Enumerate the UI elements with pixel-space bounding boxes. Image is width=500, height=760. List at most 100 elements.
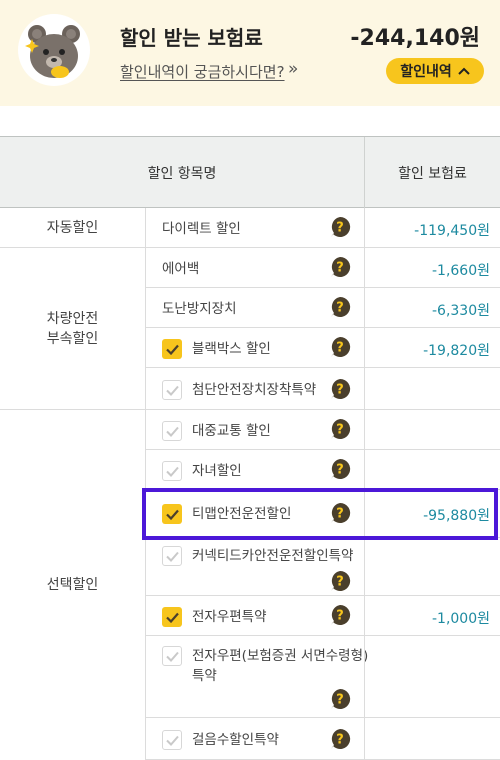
discount-item-label: 에어백 [162,261,200,277]
discount-item-label: 첨단안전장치장착특약 [192,382,317,398]
discount-amount-cell [364,538,500,595]
svg-text:?: ? [336,733,344,748]
discount-amount-cell: -1,660원 [364,248,500,287]
discount-item-label-group: 티맵안전운전할인 [192,504,291,524]
checkbox[interactable] [162,339,182,359]
discount-item-label: 대중교통 할인 [192,423,271,439]
discount-amount-cell [364,636,500,717]
table-row: 자녀할인? [146,450,500,490]
category-auto: 자동할인 [0,208,146,248]
help-icon[interactable]: ? [329,378,351,400]
discount-item-name: 전자우편(보험증권 서면수령형) 특약 [162,646,368,686]
discount-table: 할인 항목명 할인 보험료 자동할인 차량안전 부속할인 선택할인 다이렉트 할… [0,136,500,760]
table-row: 전자우편특약? -1,000원 [146,596,500,636]
table-row: 커넥티드카안전운전할인특약? [146,538,500,596]
category-vehicle-safety: 차량안전 부속할인 [0,248,146,410]
discount-item-label: 커넥티드카안전운전할인특약 [192,548,354,564]
svg-text:?: ? [336,341,344,356]
discount-item-name: 에어백 [162,259,199,279]
category-optional: 선택할인 [0,410,146,760]
discount-item-label-group: 커넥티드카안전운전할인특약 [192,546,353,566]
discount-item-label-group: 다이렉트 할인 [162,219,241,239]
discount-amount-cell [364,718,500,759]
discount-item-name: 다이렉트 할인 [162,219,241,239]
discount-item-label-group: 에어백 [162,259,199,279]
discount-amount-cell [364,368,500,409]
discount-detail-button-label: 할인내역 [400,64,452,80]
summary-header: 할인 받는 보험료 할인내역이 궁금하시다면? » -244,140원 할인내역 [0,0,500,106]
help-icon[interactable]: ? [329,418,351,440]
double-chevron-right-icon[interactable]: » [288,59,298,79]
header-title: 할인 받는 보험료 [120,26,263,50]
svg-text:?: ? [336,507,344,522]
discount-amount-cell: -19,820원 [364,328,500,367]
help-icon[interactable]: ? [329,688,351,710]
svg-text:?: ? [336,383,344,398]
svg-text:?: ? [336,609,344,624]
discount-item-label: 자녀할인 [192,463,242,479]
help-icon[interactable]: ? [329,604,351,626]
discount-item-label: 블랙박스 할인 [192,341,271,357]
discount-item-name: 커넥티드카안전운전할인특약 [162,546,353,566]
discount-item-label-group: 자녀할인 [192,461,242,481]
table-row: 걸음수할인특약? [146,718,500,760]
svg-text:?: ? [336,693,344,708]
discount-item-label: 다이렉트 할인 [162,221,241,237]
help-icon[interactable]: ? [329,216,351,238]
discount-amount-cell: -119,450원 [364,208,500,247]
discount-amount-cell: -95,880원 [364,490,500,537]
table-row: 도난방지장치? -6,330원 [146,288,500,328]
checkbox[interactable] [162,546,182,566]
help-icon[interactable]: ? [329,336,351,358]
table-row: 첨단안전장치장착특약? [146,368,500,410]
column-header-discount-amount: 할인 보험료 [364,137,500,209]
discount-amount: -1,660원 [431,263,490,279]
svg-text:?: ? [336,463,344,478]
discount-item-label-group: 첨단안전장치장착특약 [192,380,316,400]
help-icon[interactable]: ? [329,502,351,524]
checkbox[interactable] [162,607,182,627]
discount-item-label-group: 블랙박스 할인 [192,339,271,359]
checkbox[interactable] [162,646,182,666]
total-discount-amount: -244,140원 [350,26,480,51]
bear-avatar-icon [18,14,90,86]
discount-item-name: 티맵안전운전할인 [162,504,291,524]
discount-item-label-group: 걸음수할인특약 [192,730,279,750]
checkbox[interactable] [162,461,182,481]
checkbox[interactable] [162,421,182,441]
discount-item-name: 블랙박스 할인 [162,339,271,359]
table-row: 에어백? -1,660원 [146,248,500,288]
svg-text:?: ? [336,301,344,316]
discount-item-label-group: 전자우편(보험증권 서면수령형) 특약 [192,646,368,686]
checkbox[interactable] [162,380,182,400]
chevron-up-icon [458,67,470,75]
discount-item-name: 첨단안전장치장착특약 [162,380,316,400]
discount-item-label-group: 대중교통 할인 [192,421,271,441]
discount-item-label-line2: 특약 [192,668,217,684]
discount-amount-cell: -1,000원 [364,596,500,635]
table-row: 다이렉트 할인? -119,450원 [146,208,500,248]
discount-amount: -19,820원 [423,343,490,359]
discount-amount: -6,330원 [431,303,490,319]
discount-detail-link[interactable]: 할인내역이 궁금하시다면? [120,61,285,82]
svg-text:?: ? [336,221,344,236]
discount-item-name: 도난방지장치 [162,299,237,319]
discount-amount: -119,450원 [414,223,490,239]
help-icon[interactable]: ? [329,570,351,592]
help-icon[interactable]: ? [329,458,351,480]
svg-text:?: ? [336,575,344,590]
table-header: 할인 항목명 할인 보험료 [0,136,500,209]
discount-item-label-group: 도난방지장치 [162,299,237,319]
discount-detail-toggle-button[interactable]: 할인내역 [386,58,484,84]
table-row: 티맵안전운전할인? -95,880원 [146,490,500,538]
discount-item-name: 자녀할인 [162,461,242,481]
column-header-item-name: 할인 항목명 [147,166,217,182]
checkbox[interactable] [162,504,182,524]
checkbox[interactable] [162,730,182,750]
help-icon[interactable]: ? [329,728,351,750]
discount-item-name: 전자우편특약 [162,607,267,627]
table-row: 전자우편(보험증권 서면수령형) 특약? [146,636,500,718]
help-icon[interactable]: ? [329,296,351,318]
discount-item-label: 전자우편특약 [192,609,267,625]
help-icon[interactable]: ? [329,256,351,278]
